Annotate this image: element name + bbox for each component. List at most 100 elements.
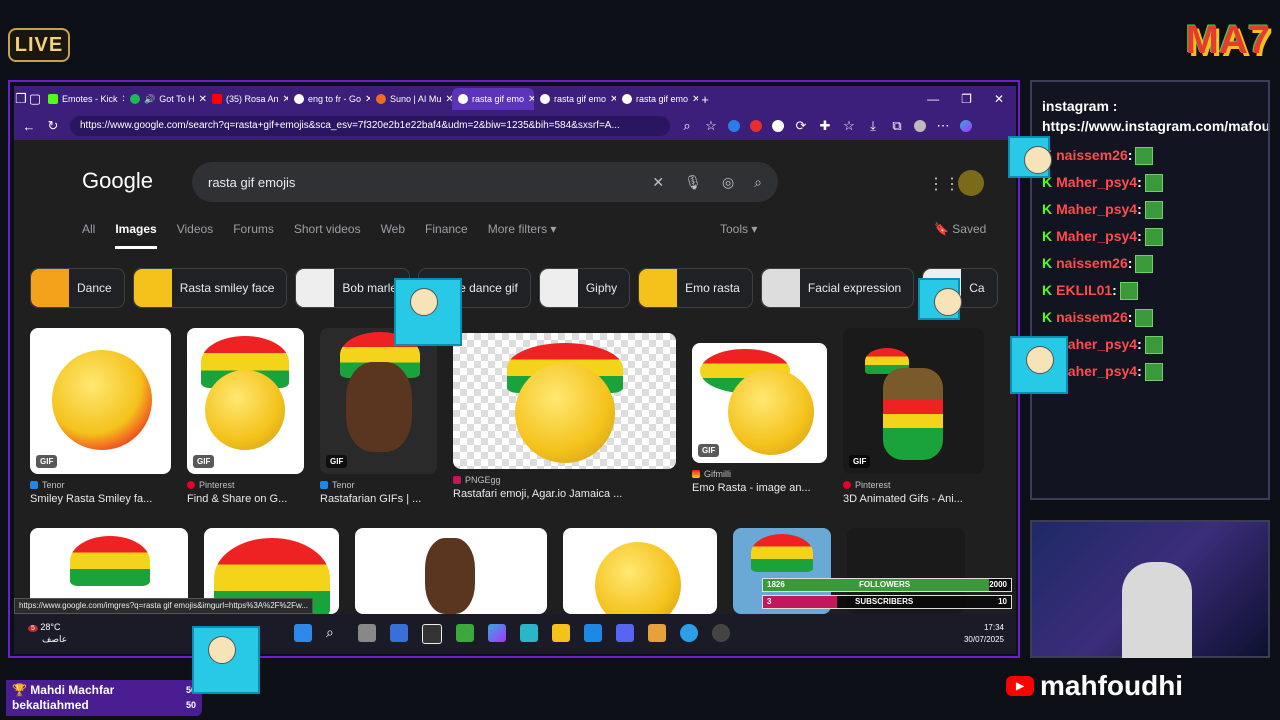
image-result[interactable]: GIF Pinterest Find & Share on G... bbox=[187, 328, 304, 505]
chat-username[interactable]: naissem26 bbox=[1056, 147, 1128, 163]
close-icon[interactable]: ✕ bbox=[199, 94, 206, 105]
result-title[interactable]: 3D Animated Gifs - Ani... bbox=[843, 493, 984, 505]
chat-username[interactable]: naissem26 bbox=[1056, 309, 1128, 325]
puzzle-icon[interactable]: ✚ bbox=[818, 118, 832, 134]
tab-more-filters[interactable]: More filters ▾ bbox=[488, 222, 557, 249]
file-explorer-icon[interactable] bbox=[552, 624, 570, 642]
store-icon[interactable] bbox=[390, 624, 408, 642]
copilot-icon[interactable] bbox=[960, 120, 972, 132]
task-view-icon[interactable] bbox=[358, 624, 376, 642]
maximize-icon[interactable]: ❐ bbox=[961, 92, 972, 106]
result-image[interactable]: GIF bbox=[30, 328, 171, 474]
result-title[interactable]: Rastafarian GIFs | ... bbox=[320, 493, 437, 505]
result-title[interactable]: Smiley Rasta Smiley fa... bbox=[30, 493, 171, 505]
image-result[interactable]: GIF Tenor Rastafarian GIFs | ... bbox=[320, 328, 437, 505]
tab-rasta-3[interactable]: rasta gif emo ✕ bbox=[616, 88, 698, 110]
url-field[interactable]: https://www.google.com/search?q=rasta+gi… bbox=[70, 116, 670, 136]
image-result[interactable]: GIF Pinterest 3D Animated Gifs - Ani... bbox=[843, 328, 984, 505]
clear-icon[interactable]: ✕ bbox=[652, 174, 664, 191]
result-image[interactable]: GIF bbox=[320, 328, 437, 474]
extension-icon[interactable] bbox=[772, 120, 784, 132]
extension-icon[interactable] bbox=[750, 120, 762, 132]
result-title[interactable]: Emo Rasta - image an... bbox=[692, 482, 827, 494]
image-result[interactable]: PNGEgg Rastafari emoji, Agar.io Jamaica … bbox=[453, 328, 676, 505]
tab-videos[interactable]: Videos bbox=[177, 222, 213, 249]
profile-icon[interactable] bbox=[914, 120, 926, 132]
chip-facial-expression[interactable]: Facial expression bbox=[760, 268, 915, 308]
chat-username[interactable]: Maher_psy4 bbox=[1056, 228, 1137, 244]
android-icon[interactable] bbox=[456, 624, 474, 642]
brave-icon[interactable] bbox=[648, 624, 666, 642]
tab-actions-icon[interactable]: ▢ bbox=[28, 91, 42, 107]
windows-start-icon[interactable] bbox=[294, 624, 312, 642]
saved-button[interactable]: 🔖 Saved bbox=[934, 222, 986, 236]
tools-button[interactable]: Tools ▾ bbox=[720, 222, 757, 236]
avatar[interactable] bbox=[958, 170, 984, 196]
result-image[interactable] bbox=[355, 528, 547, 614]
tab-finance[interactable]: Finance bbox=[425, 222, 468, 249]
result-image[interactable]: GIF bbox=[187, 328, 304, 474]
favorite-icon[interactable]: ☆ bbox=[704, 118, 718, 134]
edge-icon[interactable] bbox=[680, 624, 698, 642]
download-icon[interactable]: ⤓ bbox=[866, 118, 880, 134]
tab-rasta-1[interactable]: rasta gif emo ✕ bbox=[452, 88, 534, 110]
tab-rasta-2[interactable]: rasta gif emo ✕ bbox=[534, 88, 616, 110]
new-tab-icon[interactable]: + bbox=[698, 92, 712, 107]
result-image[interactable] bbox=[563, 528, 717, 614]
sync-icon[interactable]: ⟳ bbox=[794, 118, 808, 134]
search-icon[interactable]: ⌕ bbox=[754, 174, 762, 191]
weather-widget[interactable]: 5 28°C عاصف bbox=[28, 622, 67, 645]
chip-rasta-smiley-face[interactable]: Rasta smiley face bbox=[132, 268, 288, 308]
tab-kick-emotes[interactable]: Emotes - Kick✕ bbox=[42, 88, 124, 110]
result-image[interactable]: GIF bbox=[843, 328, 984, 474]
chat-username[interactable]: Maher_psy4 bbox=[1056, 174, 1137, 190]
chat-username[interactable]: Maher_psy4 bbox=[1056, 336, 1137, 352]
chip-giphy[interactable]: Giphy bbox=[538, 268, 631, 308]
extension-icon[interactable] bbox=[728, 120, 740, 132]
tab-suno[interactable]: Suno | AI Mu ✕ bbox=[370, 88, 452, 110]
image-result[interactable]: GIF Tenor Smiley Rasta Smiley fa... bbox=[30, 328, 171, 505]
system-clock[interactable]: 17:34 30/07/2025 bbox=[964, 622, 1004, 646]
obs-icon[interactable] bbox=[712, 624, 730, 642]
chip-dance[interactable]: Dance bbox=[30, 268, 125, 308]
chat-username[interactable]: naissem26 bbox=[1056, 255, 1128, 271]
result-image[interactable]: GIF bbox=[692, 343, 827, 463]
search-input[interactable]: rasta gif emojis ✕ 🎙 ◎ ⌕ bbox=[192, 162, 778, 202]
tab-short-videos[interactable]: Short videos bbox=[294, 222, 361, 249]
chat-username[interactable]: Maher_psy4 bbox=[1056, 363, 1137, 379]
tab-youtube[interactable]: (35) Rosa An ✕ bbox=[206, 88, 288, 110]
result-image[interactable] bbox=[453, 333, 676, 469]
minimize-icon[interactable]: — bbox=[927, 92, 939, 106]
capcut-icon[interactable] bbox=[422, 624, 442, 644]
app-icon[interactable] bbox=[520, 624, 538, 642]
discord-icon[interactable] bbox=[616, 624, 634, 642]
chip-bob-marley[interactable]: Bob marle bbox=[295, 268, 411, 308]
chip-emo-rasta[interactable]: Emo rasta bbox=[638, 268, 753, 308]
search-icon[interactable]: ⌕ bbox=[326, 624, 344, 642]
chat-username[interactable]: EKLIL01 bbox=[1056, 282, 1112, 298]
chat-username[interactable]: Maher_psy4 bbox=[1056, 201, 1137, 217]
tab-web[interactable]: Web bbox=[381, 222, 405, 249]
lens-icon[interactable]: ◎ bbox=[722, 174, 734, 191]
google-logo[interactable]: Google bbox=[82, 168, 153, 194]
more-icon[interactable]: ⋯ bbox=[936, 118, 950, 134]
zoom-icon[interactable]: ⌕ bbox=[680, 118, 694, 134]
result-title[interactable]: Rastafari emoji, Agar.io Jamaica ... bbox=[453, 488, 676, 500]
image-result[interactable]: GIF Gifmilli Emo Rasta - image an... bbox=[692, 328, 827, 505]
refresh-icon[interactable]: ↻ bbox=[46, 118, 60, 134]
close-window-icon[interactable]: ✕ bbox=[994, 92, 1004, 106]
favorites-bar-icon[interactable]: ☆ bbox=[842, 118, 856, 134]
workspaces-icon[interactable]: ❐ bbox=[14, 91, 28, 107]
result-title[interactable]: Find & Share on G... bbox=[187, 493, 304, 505]
collections-icon[interactable]: ⧉ bbox=[890, 118, 904, 134]
tab-translate[interactable]: eng to fr - Go ✕ bbox=[288, 88, 370, 110]
tab-forums[interactable]: Forums bbox=[233, 222, 274, 249]
back-icon[interactable]: ← bbox=[22, 119, 36, 134]
tab-spotify[interactable]: 🔊 Got To H ✕ bbox=[124, 88, 206, 110]
copilot-icon[interactable] bbox=[488, 624, 506, 642]
close-icon[interactable]: ✕ bbox=[445, 94, 452, 105]
speaker-icon[interactable]: 🔊 bbox=[144, 94, 155, 105]
tab-all[interactable]: All bbox=[82, 222, 95, 249]
microphone-icon[interactable]: 🎙 bbox=[684, 174, 702, 191]
tab-images[interactable]: Images bbox=[115, 222, 157, 249]
